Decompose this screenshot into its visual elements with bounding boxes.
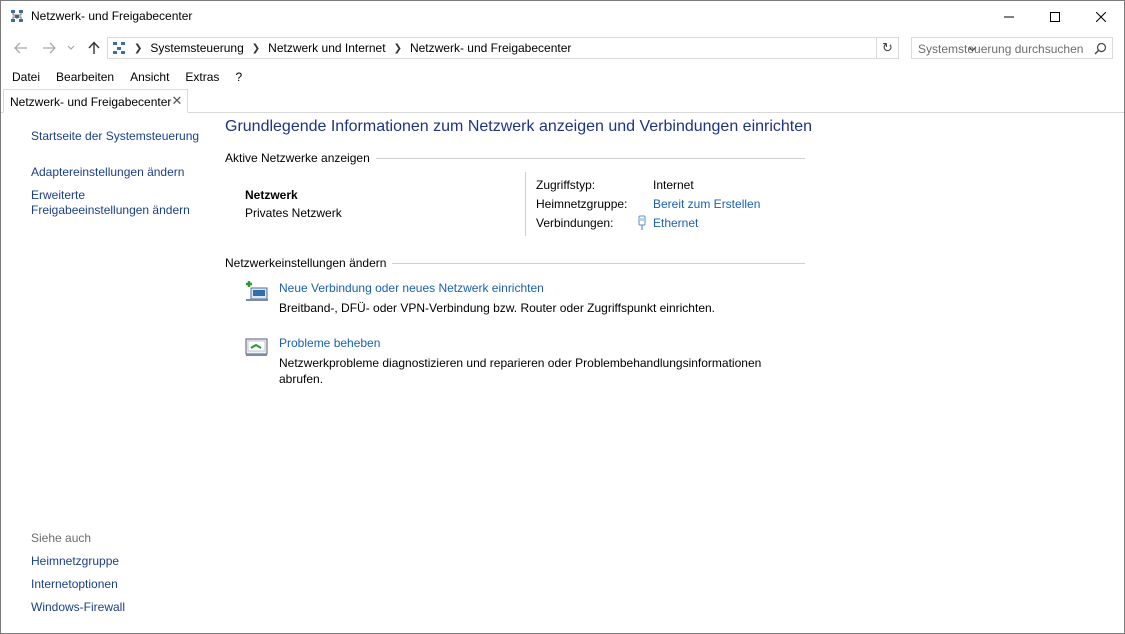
main-content: Grundlegende Informationen zum Netzwerk …	[225, 114, 825, 514]
back-arrow-icon	[14, 42, 27, 54]
minimize-button[interactable]	[986, 1, 1032, 32]
menu-help[interactable]: ?	[224, 68, 250, 88]
ethernet-icon	[638, 215, 646, 230]
breadcrumb-item[interactable]: Systemsteuerung	[150, 41, 243, 55]
divider	[392, 262, 805, 264]
section-title: Netzwerkeinstellungen ändern	[225, 256, 387, 270]
access-type-label: Zugriffstyp:	[536, 178, 596, 192]
forward-arrow-icon	[43, 42, 56, 54]
troubleshoot-description: Netzwerkprobleme diagnostizieren und rep…	[279, 356, 762, 386]
new-connection-description: Breitband-, DFÜ- oder VPN-Verbindung bzw…	[279, 301, 715, 315]
new-connection-link[interactable]: Neue Verbindung oder neues Netzwerk einr…	[279, 281, 544, 295]
see-also-windows-firewall[interactable]: Windows-Firewall	[31, 600, 125, 615]
page-title: Grundlegende Informationen zum Netzwerk …	[225, 118, 813, 135]
section-title: Aktive Netzwerke anzeigen	[225, 151, 370, 165]
breadcrumb: ❯ Systemsteuerung ❯ Netzwerk und Interne…	[132, 41, 571, 55]
troubleshoot-icon	[245, 338, 268, 356]
network-center-icon	[11, 10, 23, 22]
search-icon	[1094, 42, 1107, 55]
menu-edit[interactable]: Bearbeiten	[45, 68, 122, 88]
menu-bar: Datei Bearbeiten Ansicht Extras ?	[1, 68, 247, 88]
up-arrow-icon	[88, 41, 100, 54]
menu-view[interactable]: Ansicht	[119, 68, 177, 88]
troubleshoot-link[interactable]: Probleme beheben	[279, 336, 380, 350]
tab-label: Netzwerk- und Freigabecenter	[10, 95, 172, 109]
search-input[interactable]	[918, 41, 1088, 57]
sidebar-link-adapter-settings[interactable]: Adaptereinstellungen ändern	[31, 165, 184, 180]
access-type-value: Internet	[653, 178, 694, 192]
recent-locations-button[interactable]	[65, 39, 77, 57]
refresh-icon: ↻	[882, 40, 893, 55]
maximize-icon	[1050, 11, 1060, 22]
see-also-internet-options[interactable]: Internetoptionen	[31, 577, 118, 592]
menu-tools[interactable]: Extras	[174, 68, 227, 88]
sidebar-link-advanced-sharing[interactable]: Erweiterte Freigabeeinstellungen ändern	[31, 188, 201, 218]
chevron-right-icon[interactable]: ❯	[134, 43, 142, 54]
homegroup-link[interactable]: Bereit zum Erstellen	[653, 197, 760, 211]
minimize-icon	[1004, 16, 1014, 17]
refresh-button[interactable]: ↻	[877, 37, 899, 59]
close-icon[interactable]: ✕	[170, 94, 184, 108]
menu-file[interactable]: Datei	[1, 68, 48, 88]
forward-button[interactable]	[40, 39, 58, 57]
chevron-down-icon	[67, 45, 75, 50]
network-name: Netzwerk	[245, 188, 298, 202]
connections-label: Verbindungen:	[536, 216, 614, 230]
window: Netzwerk- und Freigabecenter ❯ Systemste…	[0, 0, 1125, 634]
sidebar-link-control-panel-home[interactable]: Startseite der Systemsteuerung	[31, 129, 199, 144]
new-connection-icon	[246, 281, 268, 301]
address-bar[interactable]: ❯ Systemsteuerung ❯ Netzwerk und Interne…	[107, 37, 976, 59]
section-change-settings: Netzwerkeinstellungen ändern	[225, 256, 805, 270]
divider	[375, 157, 805, 159]
back-button[interactable]	[12, 39, 30, 57]
breadcrumb-item[interactable]: Netzwerk- und Freigabecenter	[410, 41, 571, 55]
tab-row: Netzwerk- und Freigabecenter ✕	[1, 89, 1124, 113]
network-center-icon	[113, 42, 125, 54]
chevron-right-icon[interactable]: ❯	[252, 43, 260, 54]
close-icon	[1096, 11, 1106, 22]
section-active-networks: Aktive Netzwerke anzeigen	[225, 151, 805, 165]
sidebar: Startseite der Systemsteuerung Adapterei…	[1, 114, 211, 633]
close-button[interactable]	[1078, 1, 1124, 32]
ethernet-connection-link[interactable]: Ethernet	[653, 216, 698, 230]
chevron-right-icon[interactable]: ❯	[394, 43, 402, 54]
title-bar: Netzwerk- und Freigabecenter	[1, 1, 1124, 32]
maximize-button[interactable]	[1032, 1, 1078, 32]
search-box[interactable]	[911, 37, 1113, 59]
network-type: Privates Netzwerk	[245, 206, 342, 220]
tab-network-center[interactable]: Netzwerk- und Freigabecenter ✕	[3, 89, 188, 113]
up-button[interactable]	[85, 39, 103, 57]
see-also-homegroup[interactable]: Heimnetzgruppe	[31, 554, 119, 569]
breadcrumb-item[interactable]: Netzwerk und Internet	[268, 41, 385, 55]
homegroup-label: Heimnetzgruppe:	[536, 197, 628, 211]
divider	[525, 172, 526, 236]
see-also-heading: Siehe auch	[31, 531, 92, 545]
address-row: ❯ Systemsteuerung ❯ Netzwerk und Interne…	[1, 36, 1124, 62]
window-title: Netzwerk- und Freigabecenter	[31, 9, 193, 23]
